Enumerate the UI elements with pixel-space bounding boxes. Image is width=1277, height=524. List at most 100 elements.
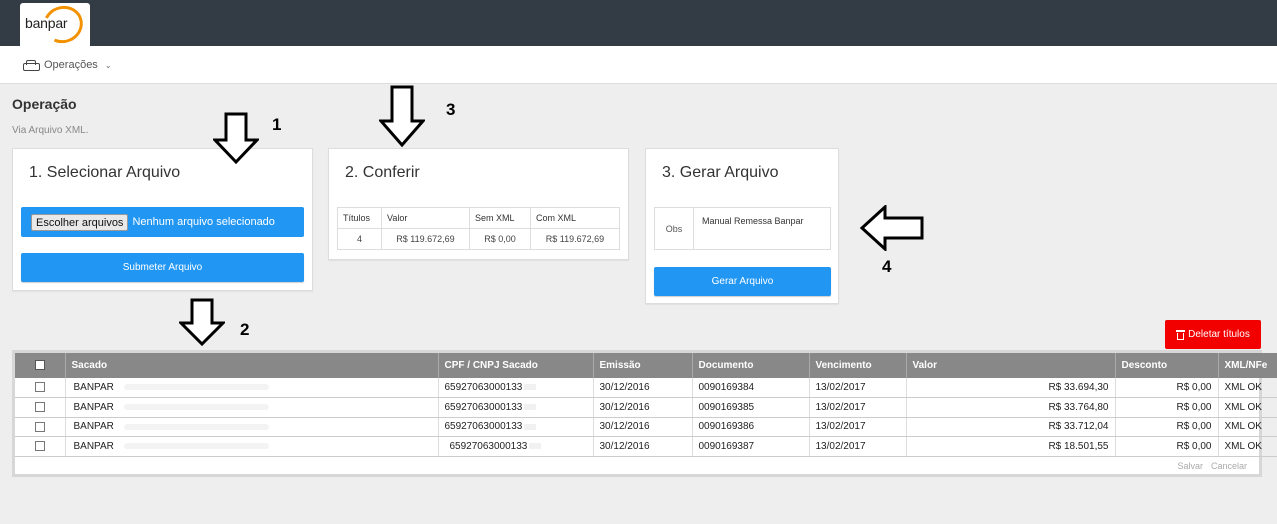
nav-bar: Operações ⌄ [0, 46, 1277, 84]
cell-valor: R$ 33.764,80 [906, 397, 1116, 418]
select-all-checkbox-cell[interactable] [15, 353, 66, 378]
annotation-arrow-down-icon [213, 112, 259, 164]
table-row[interactable]: BANPAR 65927063000133 30/12/2016 0090169… [15, 417, 1277, 437]
cell-documento: 0090169387 [692, 436, 810, 457]
file-status: Nenhum arquivo selecionado [132, 216, 275, 228]
cell-sacado: BANPAR [65, 417, 439, 437]
row-checkbox[interactable] [34, 421, 45, 432]
cell-valor: R$ 33.712,04 [906, 417, 1116, 437]
cancel-button[interactable]: Cancelar [1211, 461, 1247, 471]
car-icon [23, 60, 40, 71]
grid-header-row: Sacado CPF / CNPJ Sacado Emissão Documen… [15, 353, 1277, 378]
generate-file-title: 3. Gerar Arquivo [662, 164, 779, 181]
file-input[interactable]: Escolher arquivos Nenhum arquivo selecio… [21, 207, 304, 237]
grid-footer: Salvar Cancelar [1177, 461, 1247, 471]
col-header-xml[interactable]: XML/NFe [1218, 353, 1277, 378]
row-checkbox[interactable] [34, 382, 45, 393]
cell-emissao: 30/12/2016 [593, 397, 693, 418]
summary-cell: R$ 119.672,69 [530, 228, 620, 250]
col-header-desconto[interactable]: Desconto [1115, 353, 1219, 378]
cell-xml: XML OK [1218, 417, 1277, 437]
review-title: 2. Conferir [345, 164, 420, 181]
col-header-documento[interactable]: Documento [692, 353, 810, 378]
delete-titles-button[interactable]: Deletar títulos [1165, 320, 1261, 349]
submit-file-button[interactable]: Submeter Arquivo [21, 253, 304, 282]
logo-text: banpar [25, 15, 68, 31]
annotation-label-1: 1 [272, 115, 282, 134]
page-title: Operação [12, 96, 77, 112]
summary-header: Títulos [337, 207, 382, 229]
cell-xml: XML OK [1218, 378, 1277, 398]
obs-field[interactable]: Obs Manual Remessa Banpar [654, 207, 831, 250]
row-checkbox-cell[interactable] [15, 397, 66, 418]
titles-table: Sacado CPF / CNPJ Sacado Emissão Documen… [15, 353, 1277, 457]
cell-valor: R$ 18.501,55 [906, 436, 1116, 457]
cell-documento: 0090169385 [692, 397, 810, 418]
col-header-sacado[interactable]: Sacado [65, 353, 439, 378]
redacted-text [524, 404, 537, 411]
summary-header: Sem XML [469, 207, 531, 229]
redacted-text [524, 423, 537, 430]
cpf-value: 65927063000133 [449, 440, 528, 452]
row-checkbox[interactable] [34, 402, 45, 413]
row-checkbox-cell[interactable] [15, 378, 66, 398]
cpf-value: 65927063000133 [444, 421, 523, 433]
cell-documento: 0090169384 [692, 378, 810, 398]
redacted-text [123, 423, 269, 430]
cell-desconto: R$ 0,00 [1115, 417, 1219, 437]
cpf-value: 65927063000133 [444, 401, 523, 413]
cell-emissao: 30/12/2016 [593, 417, 693, 437]
generate-file-panel: 3. Gerar Arquivo Obs Manual Remessa Banp… [645, 148, 839, 304]
cell-vencimento: 13/02/2017 [809, 397, 907, 418]
redacted-text [529, 443, 542, 450]
annotation-label-2: 2 [240, 320, 250, 339]
table-row[interactable]: BANPAR 65927063000133 30/12/2016 0090169… [15, 397, 1277, 418]
save-button[interactable]: Salvar [1177, 461, 1203, 471]
sacado-name: BANPAR [73, 421, 114, 433]
summary-header: Com XML [530, 207, 620, 229]
cell-xml: XML OK [1218, 397, 1277, 418]
annotation-label-3: 3 [446, 100, 456, 119]
cell-xml: XML OK [1218, 436, 1277, 457]
page-subtitle: Via Arquivo XML. [12, 125, 89, 136]
cpf-value: 65927063000133 [444, 382, 523, 393]
cell-valor: R$ 33.694,30 [906, 378, 1116, 398]
redacted-text [123, 384, 269, 391]
col-header-cpf[interactable]: CPF / CNPJ Sacado [438, 353, 594, 378]
choose-files-button[interactable]: Escolher arquivos [31, 213, 129, 231]
sacado-name: BANPAR [73, 440, 114, 452]
cell-desconto: R$ 0,00 [1115, 397, 1219, 418]
col-header-emissao[interactable]: Emissão [593, 353, 693, 378]
col-header-vencimento[interactable]: Vencimento [809, 353, 907, 378]
table-row[interactable]: BANPAR 65927063000133 30/12/2016 0090169… [15, 378, 1277, 398]
summary-header: Valor [381, 207, 470, 229]
cell-vencimento: 13/02/2017 [809, 417, 907, 437]
top-bar: banpar [0, 0, 1277, 49]
obs-label: Obs [655, 208, 694, 249]
select-all-checkbox[interactable] [34, 360, 45, 371]
annotation-arrow-down-icon [379, 85, 425, 147]
chevron-down-icon: ⌄ [104, 60, 112, 70]
col-header-valor[interactable]: Valor [906, 353, 1116, 378]
operations-menu[interactable]: Operações ⌄ [23, 59, 112, 71]
cell-desconto: R$ 0,00 [1115, 378, 1219, 398]
obs-value[interactable]: Manual Remessa Banpar [694, 208, 804, 249]
banpar-logo[interactable]: banpar [20, 0, 90, 49]
sacado-name: BANPAR [73, 401, 114, 413]
select-file-title: 1. Selecionar Arquivo [29, 164, 181, 181]
annotation-arrow-down-icon [179, 298, 225, 346]
cell-emissao: 30/12/2016 [593, 436, 693, 457]
row-checkbox-cell[interactable] [15, 417, 66, 437]
cell-desconto: R$ 0,00 [1115, 436, 1219, 457]
summary-cell: R$ 119.672,69 [381, 228, 470, 250]
operations-label: Operações [44, 59, 98, 71]
cell-vencimento: 13/02/2017 [809, 378, 907, 398]
trash-icon [1176, 329, 1186, 340]
cell-cpf: 65927063000133 [438, 397, 594, 418]
generate-file-button[interactable]: Gerar Arquivo [654, 267, 831, 296]
table-row[interactable]: BANPAR 65927063000133 30/12/2016 0090169… [15, 436, 1277, 457]
row-checkbox-cell[interactable] [15, 436, 66, 457]
row-checkbox[interactable] [34, 441, 45, 452]
review-panel: 2. Conferir Títulos Valor Sem XML Com XM… [328, 148, 629, 260]
summary-table: Títulos Valor Sem XML Com XML 4 R$ 119.6… [337, 207, 620, 250]
